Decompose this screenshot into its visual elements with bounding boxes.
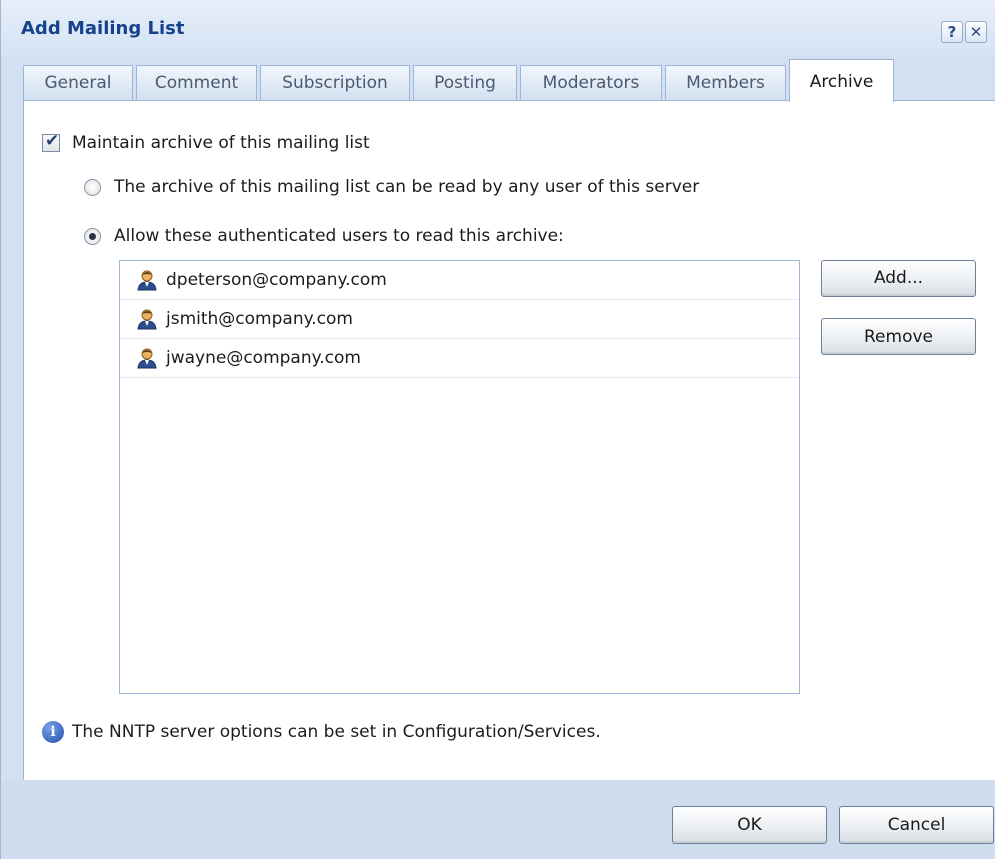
user-email: jwayne@company.com <box>166 348 361 368</box>
tab-posting[interactable]: Posting <box>413 65 517 101</box>
title-bar[interactable]: Add Mailing List ? ✕ <box>1 0 995 56</box>
tab-comment[interactable]: Comment <box>136 65 257 101</box>
tab-members[interactable]: Members <box>665 65 786 101</box>
cancel-button[interactable]: Cancel <box>839 806 994 844</box>
maintain-archive-row: ✔ Maintain archive of this mailing list <box>42 131 370 153</box>
close-icon[interactable]: ✕ <box>965 21 987 43</box>
maintain-archive-checkbox[interactable]: ✔ <box>42 131 60 152</box>
any-user-label: The archive of this mailing list can be … <box>114 177 700 197</box>
info-text: The NNTP server options can be set in Co… <box>72 722 601 742</box>
tab-archive[interactable]: Archive <box>789 59 894 102</box>
ok-button[interactable]: OK <box>672 806 827 844</box>
archive-panel: ✔ Maintain archive of this mailing list … <box>23 100 995 780</box>
user-email: jsmith@company.com <box>166 309 353 329</box>
checkmark-icon: ✔ <box>45 131 60 151</box>
tab-general[interactable]: General <box>23 65 133 101</box>
add-mailing-list-dialog: Add Mailing List ? ✕ General Comment Sub… <box>0 0 995 859</box>
user-icon <box>136 347 158 369</box>
dialog-title: Add Mailing List <box>21 18 185 39</box>
authorized-users-list[interactable]: dpeterson@company.com jsmith@company.com <box>119 260 800 694</box>
tab-moderators[interactable]: Moderators <box>520 65 662 101</box>
auth-users-label: Allow these authenticated users to read … <box>114 226 564 246</box>
auth-users-row: Allow these authenticated users to read … <box>84 226 564 246</box>
tab-bar: General Comment Subscription Posting Mod… <box>1 59 995 102</box>
auth-users-radio[interactable] <box>84 227 101 245</box>
list-item[interactable]: dpeterson@company.com <box>120 261 799 300</box>
info-icon: i <box>42 721 64 743</box>
help-icon[interactable]: ? <box>941 21 963 43</box>
list-item[interactable]: jwayne@company.com <box>120 339 799 378</box>
maintain-archive-label: Maintain archive of this mailing list <box>72 133 370 153</box>
add-user-button[interactable]: Add... <box>821 260 976 297</box>
tab-subscription[interactable]: Subscription <box>260 65 410 101</box>
list-item[interactable]: jsmith@company.com <box>120 300 799 339</box>
user-icon <box>136 308 158 330</box>
any-user-radio[interactable] <box>84 178 101 196</box>
info-row: i The NNTP server options can be set in … <box>42 721 601 743</box>
user-icon <box>136 269 158 291</box>
remove-user-button[interactable]: Remove <box>821 318 976 355</box>
dialog-footer: OK Cancel <box>1 780 995 859</box>
user-email: dpeterson@company.com <box>166 270 387 290</box>
any-user-row: The archive of this mailing list can be … <box>84 177 699 197</box>
